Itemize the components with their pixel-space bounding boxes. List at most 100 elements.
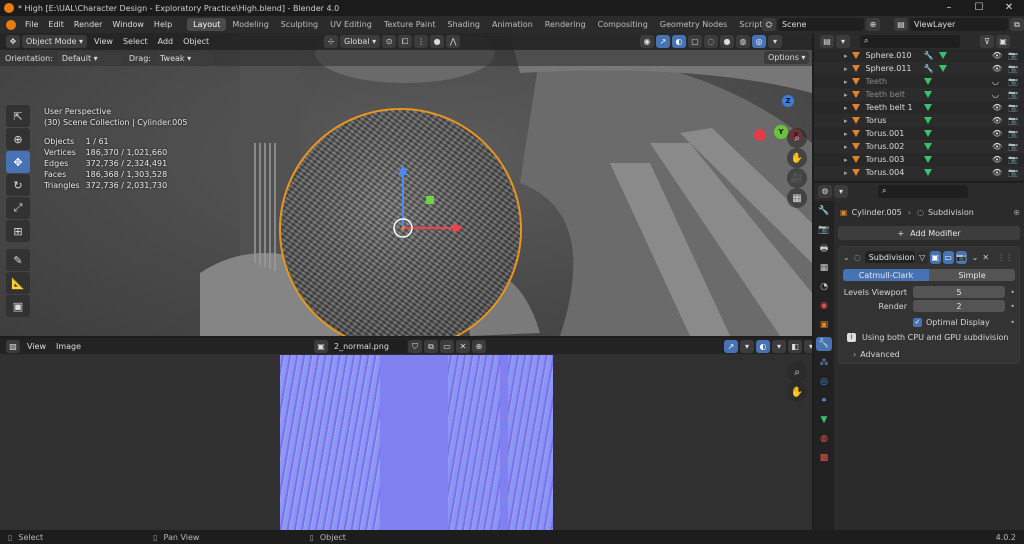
outliner-item[interactable]: ▸ Torus.004 👁 📷 (814, 166, 1024, 179)
visibility-eye-icon[interactable]: 👁 (992, 116, 1002, 125)
render-camera-icon[interactable]: 📷 (1008, 155, 1018, 164)
render-camera-icon[interactable]: 📷 (1008, 142, 1018, 151)
x-arrow-head[interactable] (453, 223, 463, 233)
visibility-eye-icon[interactable]: 👁 (992, 103, 1002, 112)
render-levels-field[interactable]: 2 (913, 300, 1005, 312)
move-tool-icon[interactable]: ✥ (6, 151, 30, 173)
viewport-menu-add[interactable]: Add (158, 37, 174, 46)
close-window-button[interactable]: ✕ (994, 0, 1024, 16)
tab-uv-editing[interactable]: UV Editing (324, 18, 378, 31)
render-camera-icon[interactable]: 📷 (1008, 129, 1018, 138)
visibility-eye-icon[interactable]: 👁 (992, 168, 1002, 177)
add-view-layer-icon[interactable]: ⧉ (1010, 18, 1024, 31)
image-overlay-icon[interactable]: ◐ (756, 340, 770, 353)
solid-shading-icon[interactable]: ● (720, 35, 734, 48)
object-mode-dropdown[interactable]: Object Mode ▾ (22, 35, 87, 48)
image-browse-icon[interactable]: ▣ (314, 340, 328, 353)
options-dropdown[interactable]: Options ▾ (764, 51, 810, 64)
visibility-eye-icon[interactable]: 👁 (992, 142, 1002, 151)
outliner-item[interactable]: ▸ Torus.002 👁 📷 (814, 140, 1024, 153)
visibility-eye-icon[interactable]: 👁 (992, 155, 1002, 164)
outliner-item[interactable]: ▸ Teeth ◡ 📷 (814, 75, 1024, 88)
snap-target-icon[interactable]: ⋮ (414, 35, 429, 48)
render-camera-icon[interactable]: 📷 (1008, 51, 1018, 60)
z-axis-ball[interactable]: Z (782, 95, 794, 107)
render-camera-icon[interactable]: 📷 (1008, 90, 1018, 99)
outliner-type-icon[interactable]: ▤ (820, 34, 834, 48)
constraints-tab-icon[interactable]: ⚭ (816, 394, 832, 408)
overlay-toggle-icon[interactable]: ◐ (672, 35, 686, 48)
proportional-edit-icon[interactable]: ● (430, 35, 445, 48)
visibility-eye-icon[interactable]: 👁 (992, 51, 1002, 60)
view-layer-tab-icon[interactable]: ▦ (816, 261, 832, 275)
z-arrow-head[interactable] (398, 165, 408, 175)
properties-type-dropdown-icon[interactable]: ▾ (834, 184, 848, 198)
render-camera-icon[interactable]: 📷 (1008, 168, 1018, 177)
visibility-eye-icon[interactable]: 👁 (992, 129, 1002, 138)
ortho-toggle-icon[interactable]: ▦ (787, 188, 807, 208)
pin-icon[interactable]: ⊕ (1013, 208, 1020, 217)
render-tab-icon[interactable]: 📷 (816, 223, 832, 237)
menu-help[interactable]: Help (149, 20, 177, 29)
image-gizmo-dropdown-icon[interactable]: ▾ (740, 340, 754, 353)
view-layer-field[interactable]: ViewLayer (910, 18, 1008, 31)
filter-icon[interactable]: ⊽ (980, 34, 994, 48)
drag-handle-icon[interactable]: ⋮⋮ (997, 253, 1013, 262)
visibility-icon[interactable]: ◉ (640, 35, 654, 48)
unlink-image-icon[interactable]: ✕ (456, 340, 470, 353)
render-camera-icon[interactable]: 📷 (1008, 77, 1018, 86)
3d-viewport[interactable]: ✥ Object Mode ▾ View Select Add Object ⊹… (0, 33, 812, 336)
select-tool-icon[interactable]: ⇱ (6, 105, 30, 127)
gizmo-toggle-icon[interactable]: ↗ (656, 35, 670, 48)
tab-compositing[interactable]: Compositing (592, 18, 654, 31)
expand-arrow-icon[interactable]: ▸ (844, 130, 848, 138)
image-editor[interactable]: ▨ View Image ▣ 2_normal.png ⛉ ⧉ ▭ ✕ ⊕ ↗ … (0, 338, 812, 530)
outliner-item[interactable]: ▸ Teeth belt ◡ 📷 (814, 88, 1024, 101)
object-tab-icon[interactable]: ▣ (816, 318, 832, 332)
duplicate-image-icon[interactable]: ⧉ (424, 340, 438, 353)
wireframe-shading-icon[interactable]: ◌ (704, 35, 718, 48)
tab-modeling[interactable]: Modeling (226, 18, 274, 31)
transform-tool-icon[interactable]: ⊞ (6, 220, 30, 242)
shading-options-icon[interactable]: ▾ (768, 35, 782, 48)
catmull-clark-button[interactable]: Catmull-Clark (843, 269, 929, 281)
outliner-item[interactable]: ▸ Sphere.011 🔧 👁 📷 (814, 62, 1024, 75)
image-overlay-dropdown-icon[interactable]: ▾ (772, 340, 786, 353)
expand-arrow-icon[interactable]: ▸ (844, 143, 848, 151)
tab-sculpting[interactable]: Sculpting (275, 18, 324, 31)
rendered-shading-icon[interactable]: ◎ (752, 35, 766, 48)
display-mode-icon[interactable]: ▾ (836, 34, 850, 48)
tab-animation[interactable]: Animation (486, 18, 539, 31)
levels-viewport-field[interactable]: 5 (913, 286, 1005, 298)
collapse-icon[interactable]: ⌄ (843, 253, 850, 262)
zoom-view-icon[interactable]: ⌕ (787, 128, 807, 148)
modifier-name-field[interactable]: Subdivision (864, 251, 915, 263)
channels-dropdown-icon[interactable]: ▾ (804, 340, 812, 353)
expand-arrow-icon[interactable]: ▸ (844, 156, 848, 164)
expand-arrow-icon[interactable]: ▸ (844, 169, 848, 177)
remove-modifier-icon[interactable]: ✕ (982, 253, 989, 262)
properties-search-input[interactable]: ⌕ (878, 184, 968, 198)
expand-arrow-icon[interactable]: ▸ (844, 78, 848, 86)
keyframe-dot-icon[interactable]: • (1005, 302, 1015, 311)
modifier-tab-icon[interactable]: 🔧 (816, 337, 832, 351)
menu-window[interactable]: Window (107, 20, 149, 29)
outliner-item[interactable]: ▸ Torus.003 👁 📷 (814, 153, 1024, 166)
tab-shading[interactable]: Shading (441, 18, 486, 31)
camera-view-icon[interactable]: 🎥 (787, 168, 807, 188)
scene-field[interactable]: Scene (778, 18, 864, 31)
render-icon[interactable]: 📷 (955, 250, 967, 264)
pin-image-icon[interactable]: ⊕ (472, 340, 486, 353)
visibility-eye-icon[interactable]: 👁 (992, 64, 1002, 73)
render-camera-icon[interactable]: 📷 (1008, 103, 1018, 112)
properties-type-icon[interactable]: ⚙ (818, 184, 832, 198)
falloff-icon[interactable]: ⋀ (446, 35, 461, 48)
menu-edit[interactable]: Edit (43, 20, 69, 29)
expand-arrow-icon[interactable]: ▸ (844, 65, 848, 73)
pan-view-icon[interactable]: ✋ (787, 148, 807, 168)
y-plane-handle[interactable] (426, 196, 434, 204)
open-image-icon[interactable]: ▭ (440, 340, 454, 353)
transform-orientation-dropdown[interactable]: Global ▾ (340, 35, 381, 48)
minimize-button[interactable]: – (934, 0, 964, 16)
menu-file[interactable]: File (20, 20, 43, 29)
